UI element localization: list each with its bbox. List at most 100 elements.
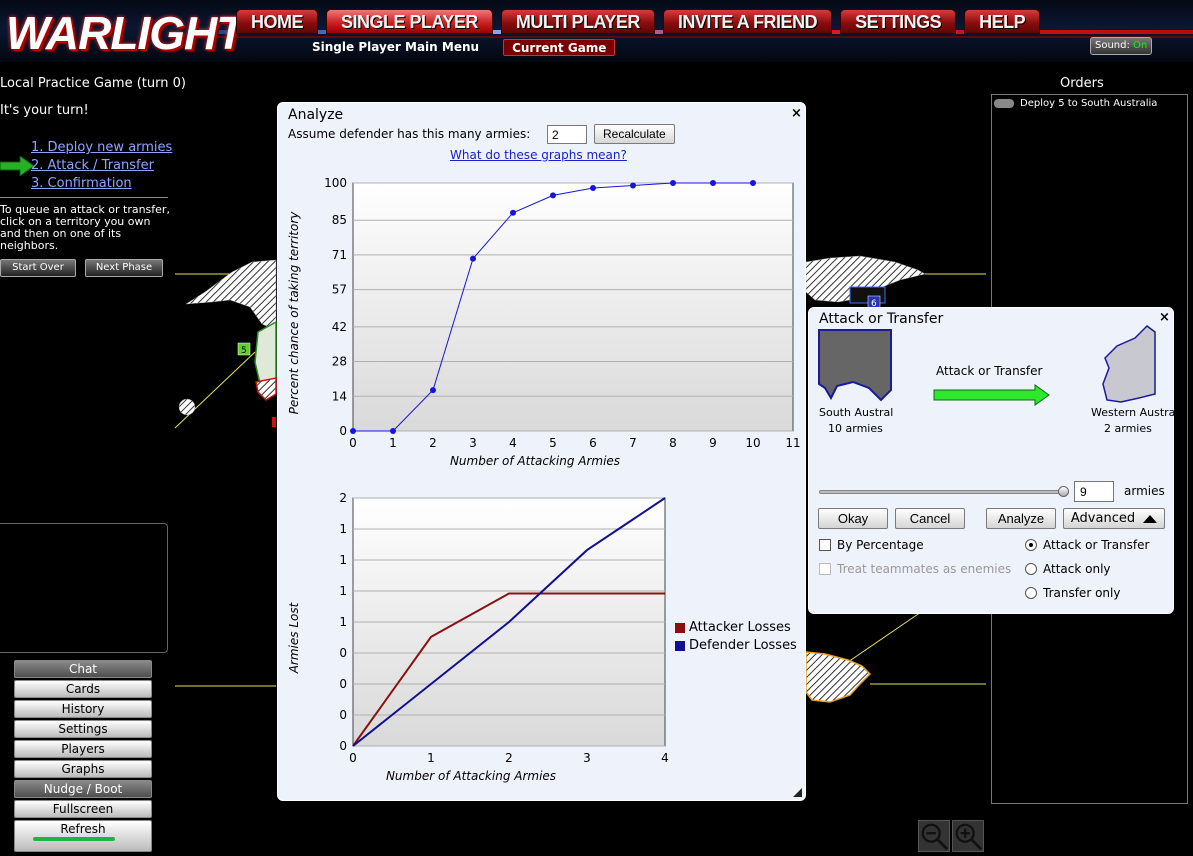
chart-y-ticks: 0 0 0 0 1 1 1 1 2 — [339, 491, 347, 753]
y-tick-label: 85 — [332, 213, 347, 227]
history-button[interactable]: History — [14, 700, 152, 718]
legend-swatch — [675, 640, 685, 651]
okay-button[interactable]: Okay — [818, 508, 888, 529]
territory-east-australia[interactable] — [805, 651, 872, 703]
game-title: Local Practice Game (turn 0) — [0, 76, 186, 91]
next-phase-button[interactable]: Next Phase — [85, 259, 163, 277]
legend-label: Attacker Losses — [689, 620, 791, 635]
territory-alaska[interactable] — [185, 259, 277, 331]
y-tick-label: 57 — [332, 283, 347, 297]
legend-label: Defender Losses — [689, 638, 797, 653]
data-point — [750, 180, 756, 186]
y-tick-label: 14 — [332, 389, 347, 403]
attack-transfer-dialog: Attack or Transfer × South Austral 10 ar… — [808, 307, 1175, 614]
refresh-progress-bar — [33, 837, 115, 841]
nav-help[interactable]: HELP — [964, 9, 1041, 34]
y-tick-label: 1 — [339, 584, 347, 598]
nav-invite-friend[interactable]: INVITE A FRIEND — [662, 9, 833, 34]
chart-y-axis-label: Armies Lost — [287, 601, 301, 674]
to-territory-shape — [1102, 325, 1156, 403]
attack-or-transfer-label: Attack or Transfer — [1043, 538, 1150, 552]
x-tick-label: 11 — [785, 436, 800, 450]
zoom-out-icon[interactable] — [918, 820, 950, 852]
graphs-help-link[interactable]: What do these graphs mean? — [450, 148, 627, 162]
collapse-up-icon — [1143, 514, 1158, 523]
y-tick-label: 28 — [332, 355, 347, 369]
x-tick-label: 9 — [709, 436, 717, 450]
chart-x-axis-label: Number of Attacking Armies — [386, 769, 556, 783]
chat-button[interactable]: Chat — [14, 660, 152, 678]
refresh-button[interactable]: Refresh — [14, 820, 152, 852]
analyze-dialog: Analyze × Assume defender has this many … — [277, 102, 806, 801]
data-point — [590, 184, 596, 191]
y-tick-label: 0 — [339, 708, 347, 722]
y-tick-label: 0 — [339, 424, 347, 438]
fullscreen-button[interactable]: Fullscreen — [14, 800, 152, 818]
armies-slider-track[interactable] — [819, 490, 1069, 494]
nav-multi-player[interactable]: MULTI PLAYER — [500, 9, 655, 34]
treat-teammates-label: Treat teammates as enemies — [837, 562, 1012, 576]
attack-dialog-title: Attack or Transfer — [819, 311, 944, 327]
chat-box[interactable] — [0, 523, 168, 653]
drag-handle-icon[interactable] — [994, 99, 1014, 108]
orders-title: Orders — [1060, 76, 1104, 91]
sound-label: Sound: — [1095, 40, 1130, 51]
x-tick-label: 4 — [661, 751, 669, 765]
attack-only-option[interactable]: Attack only — [1025, 562, 1111, 576]
start-over-button[interactable]: Start Over — [0, 259, 76, 277]
analyze-button[interactable]: Analyze — [986, 508, 1056, 529]
legend-attacker-losses: Attacker Losses — [675, 620, 791, 635]
recalculate-button[interactable]: Recalculate — [594, 124, 675, 144]
graphs-button[interactable]: Graphs — [14, 760, 152, 778]
step-confirmation-link[interactable]: 3. Confirmation — [31, 176, 132, 191]
chance-chart: 0 14 28 42 57 71 85 100 0 1 2 3 4 5 6 7 8 9 10 11 Number o… — [287, 176, 801, 468]
subnav-current-game[interactable]: Current Game — [503, 39, 616, 56]
transfer-only-option[interactable]: Transfer only — [1025, 586, 1120, 600]
nudge-boot-button[interactable]: Nudge / Boot — [14, 780, 152, 798]
x-tick-label: 3 — [469, 436, 477, 450]
sound-toggle[interactable]: Sound: On — [1090, 37, 1153, 55]
zoom-in-icon[interactable] — [952, 820, 984, 852]
from-territory-shape — [818, 329, 892, 402]
y-tick-label: 71 — [332, 248, 347, 262]
cards-button[interactable]: Cards — [14, 680, 152, 698]
y-tick-label: 2 — [339, 491, 347, 505]
from-territory-armies: 10 armies — [828, 422, 883, 435]
order-item[interactable]: Deploy 5 to South Australia — [994, 98, 1157, 109]
nav-home[interactable]: HOME — [236, 9, 318, 34]
instructions-text: To queue an attack or transfer, click on… — [0, 203, 170, 252]
territory-island[interactable] — [178, 398, 196, 416]
nav-single-player[interactable]: SINGLE PLAYER — [326, 9, 493, 34]
by-percentage-option[interactable]: By Percentage — [819, 538, 924, 552]
attack-or-transfer-option[interactable]: Attack or Transfer — [1025, 538, 1149, 552]
transfer-only-radio[interactable] — [1025, 587, 1037, 599]
turn-status: It's your turn! — [0, 103, 89, 118]
attack-only-label: Attack only — [1043, 562, 1111, 576]
data-point — [350, 428, 356, 434]
warlight-logo[interactable]: WARLIGHT — [6, 6, 244, 60]
resize-grip-icon[interactable] — [793, 788, 802, 797]
attack-or-transfer-radio[interactable] — [1025, 539, 1037, 551]
data-point — [470, 255, 476, 262]
x-tick-label: 10 — [745, 436, 760, 450]
cancel-button[interactable]: Cancel — [895, 508, 965, 529]
legend-swatch — [675, 622, 685, 633]
attack-only-radio[interactable] — [1025, 563, 1037, 575]
step-deploy-link[interactable]: 1. Deploy new armies — [31, 140, 172, 155]
left-panel: Local Practice Game (turn 0) It's your t… — [0, 62, 186, 856]
nav-settings[interactable]: SETTINGS — [840, 9, 957, 34]
territory-central-america[interactable] — [255, 377, 277, 401]
advanced-toggle-button[interactable]: Advanced — [1063, 508, 1165, 529]
x-tick-label: 1 — [389, 436, 397, 450]
step-attack-transfer-link[interactable]: 2. Attack / Transfer — [31, 158, 154, 173]
armies-input[interactable] — [1074, 481, 1114, 502]
settings-button[interactable]: Settings — [14, 720, 152, 738]
attack-close-icon[interactable]: × — [1159, 310, 1170, 325]
by-percentage-checkbox[interactable] — [819, 539, 831, 551]
chart-x-ticks: 0 1 2 3 4 — [349, 751, 669, 765]
armies-slider-handle[interactable] — [1058, 486, 1069, 497]
players-button[interactable]: Players — [14, 740, 152, 758]
subnav-single-player-main-menu[interactable]: Single Player Main Menu — [304, 39, 487, 56]
analyze-close-icon[interactable]: × — [791, 106, 802, 121]
defender-armies-input[interactable] — [547, 125, 587, 144]
